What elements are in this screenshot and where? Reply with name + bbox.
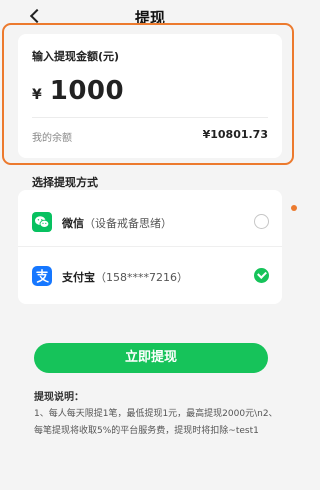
payment-name: 支付宝 <box>62 271 95 284</box>
amount-label: 输入提现金额(元) <box>32 50 120 63</box>
payment-method-title: 选择提现方式 <box>32 176 98 189</box>
payment-detail: （设备戒备思绪） <box>84 217 172 230</box>
amount-card: 输入提现金额(元) ¥ 1000 我的余额 ¥10801.73 <box>18 34 282 158</box>
withdraw-submit-button[interactable]: 立即提现 <box>34 343 268 373</box>
notes-title: 提现说明： <box>34 392 84 403</box>
payment-option-label: 微信（设备戒备思绪） <box>62 215 172 231</box>
wechat-icon <box>32 212 52 232</box>
note-line: 每笔提现将收取5%的平台服务费，提现时将扣除~test1 <box>34 426 259 436</box>
payment-name: 微信 <box>62 217 84 230</box>
payment-detail: （158****7216） <box>95 271 188 284</box>
alipay-icon <box>32 266 52 286</box>
payment-option-alipay[interactable]: 支付宝（158****7216） <box>18 246 282 302</box>
amount-value[interactable]: 1000 <box>50 76 124 106</box>
radio-alipay-checked[interactable] <box>254 268 269 283</box>
radio-wechat[interactable] <box>254 214 269 229</box>
balance-value: ¥10801.73 <box>202 128 268 141</box>
balance-label: 我的余额 <box>32 133 72 144</box>
nav-bar: 提现 <box>0 0 300 34</box>
payment-option-wechat[interactable]: 微信（设备戒备思绪） <box>18 193 282 249</box>
payment-methods-card: 微信（设备戒备思绪） 支付宝（158****7216） <box>18 190 282 304</box>
divider <box>32 117 268 118</box>
note-line: 1、每人每天限提1笔，最低提现1元，最高提现2000元\n2、 <box>34 409 278 419</box>
currency-symbol: ¥ <box>32 87 42 103</box>
amount-input[interactable]: ¥ 1000 <box>32 76 124 106</box>
page-title: 提现 <box>134 9 165 27</box>
payment-option-label: 支付宝（158****7216） <box>62 269 188 285</box>
indicator-dot <box>291 205 297 211</box>
